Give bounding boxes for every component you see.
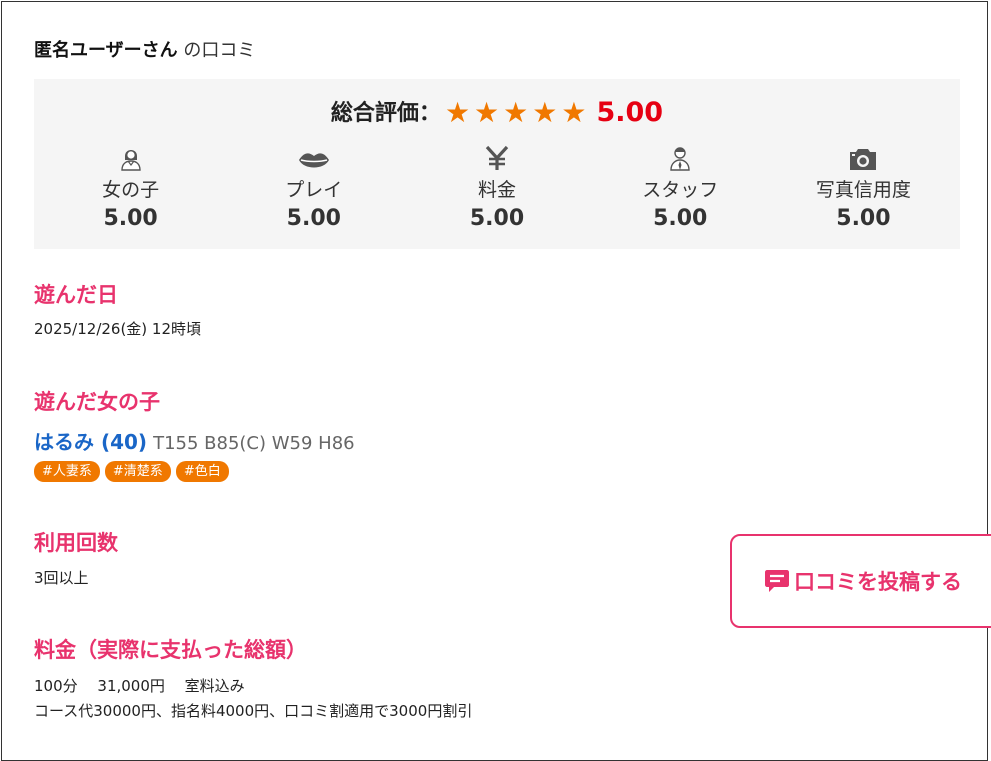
usage-value: 3回以上 bbox=[34, 569, 89, 587]
reviewer-name: 匿名ユーザーさん bbox=[34, 40, 178, 61]
visit-date-value: 2025/12/26(金) 12時頃 bbox=[34, 320, 202, 338]
reviewer-suffix: の口コミ bbox=[177, 40, 256, 61]
category-ratings: 女の子 5.00 プレイ 5.00 料金 5.00 スタッフ 5.00 写真信用… bbox=[39, 143, 955, 231]
staff-icon bbox=[589, 143, 772, 171]
girl-info: はるみ (40) T155 B85(C) W59 H86 bbox=[34, 426, 355, 455]
usage-heading: 利用回数 bbox=[34, 531, 118, 555]
review-panel: 匿名ユーザーさん の口コミ 総合評価：★★★★★5.00 女の子 5.00 bbox=[1, 1, 988, 761]
lips-icon bbox=[222, 143, 405, 171]
girl-name-link[interactable]: はるみ (40) bbox=[34, 430, 147, 454]
girl-heading: 遊んだ女の子 bbox=[34, 390, 160, 414]
comment-icon bbox=[765, 570, 789, 592]
overall-label: 総合評価： bbox=[330, 101, 441, 126]
tag-badge[interactable]: #清楚系 bbox=[104, 461, 171, 482]
category-label: 写真信用度 bbox=[815, 179, 911, 201]
overall-score: 5.00 bbox=[596, 97, 664, 128]
category-staff: スタッフ 5.00 bbox=[589, 143, 772, 231]
category-score: 5.00 bbox=[469, 206, 525, 231]
post-review-label: 口コミを投稿する bbox=[794, 570, 962, 594]
post-review-button[interactable]: 口コミを投稿する bbox=[730, 534, 991, 628]
yen-icon bbox=[405, 143, 588, 171]
category-girl: 女の子 5.00 bbox=[39, 143, 222, 231]
tag-badge[interactable]: #人妻系 bbox=[34, 461, 100, 482]
category-price: 料金 5.00 bbox=[405, 143, 588, 231]
category-photo: 写真信用度 5.00 bbox=[772, 143, 955, 231]
price-heading: 料金（実際に支払った総額） bbox=[34, 638, 307, 662]
category-score: 5.00 bbox=[103, 206, 158, 231]
visit-date-heading: 遊んだ日 bbox=[34, 283, 118, 307]
rating-summary: 総合評価： ★★★★★ 5.00 女の子 5.00 プレイ 5.00 料金 5.… bbox=[34, 79, 960, 249]
girl-tags: #人妻系 #清楚系 #色白 bbox=[34, 461, 229, 482]
tag-badge[interactable]: #色白 bbox=[175, 461, 229, 482]
star-rating-icon: ★★★★★ bbox=[444, 96, 591, 129]
price-line-1: 100分 31,000円 室料込み bbox=[34, 677, 245, 695]
category-score: 5.00 bbox=[653, 206, 708, 231]
category-label: 料金 bbox=[478, 179, 517, 201]
category-label: スタッフ bbox=[642, 179, 719, 201]
camera-icon bbox=[772, 143, 955, 171]
category-label: プレイ bbox=[285, 179, 343, 201]
price-line-2: コース代30000円、指名料4000円、口コミ割適用で3000円割引 bbox=[34, 702, 473, 720]
category-label: 女の子 bbox=[102, 179, 160, 201]
girl-measurements: T155 B85(C) W59 H86 bbox=[153, 433, 355, 454]
overall-rating: 総合評価： ★★★★★ 5.00 bbox=[34, 95, 960, 129]
category-score: 5.00 bbox=[286, 206, 341, 231]
reviewer-line: 匿名ユーザーさん の口コミ bbox=[34, 36, 255, 62]
category-play: プレイ 5.00 bbox=[222, 143, 405, 231]
girl-icon bbox=[39, 143, 222, 171]
category-score: 5.00 bbox=[836, 206, 891, 231]
